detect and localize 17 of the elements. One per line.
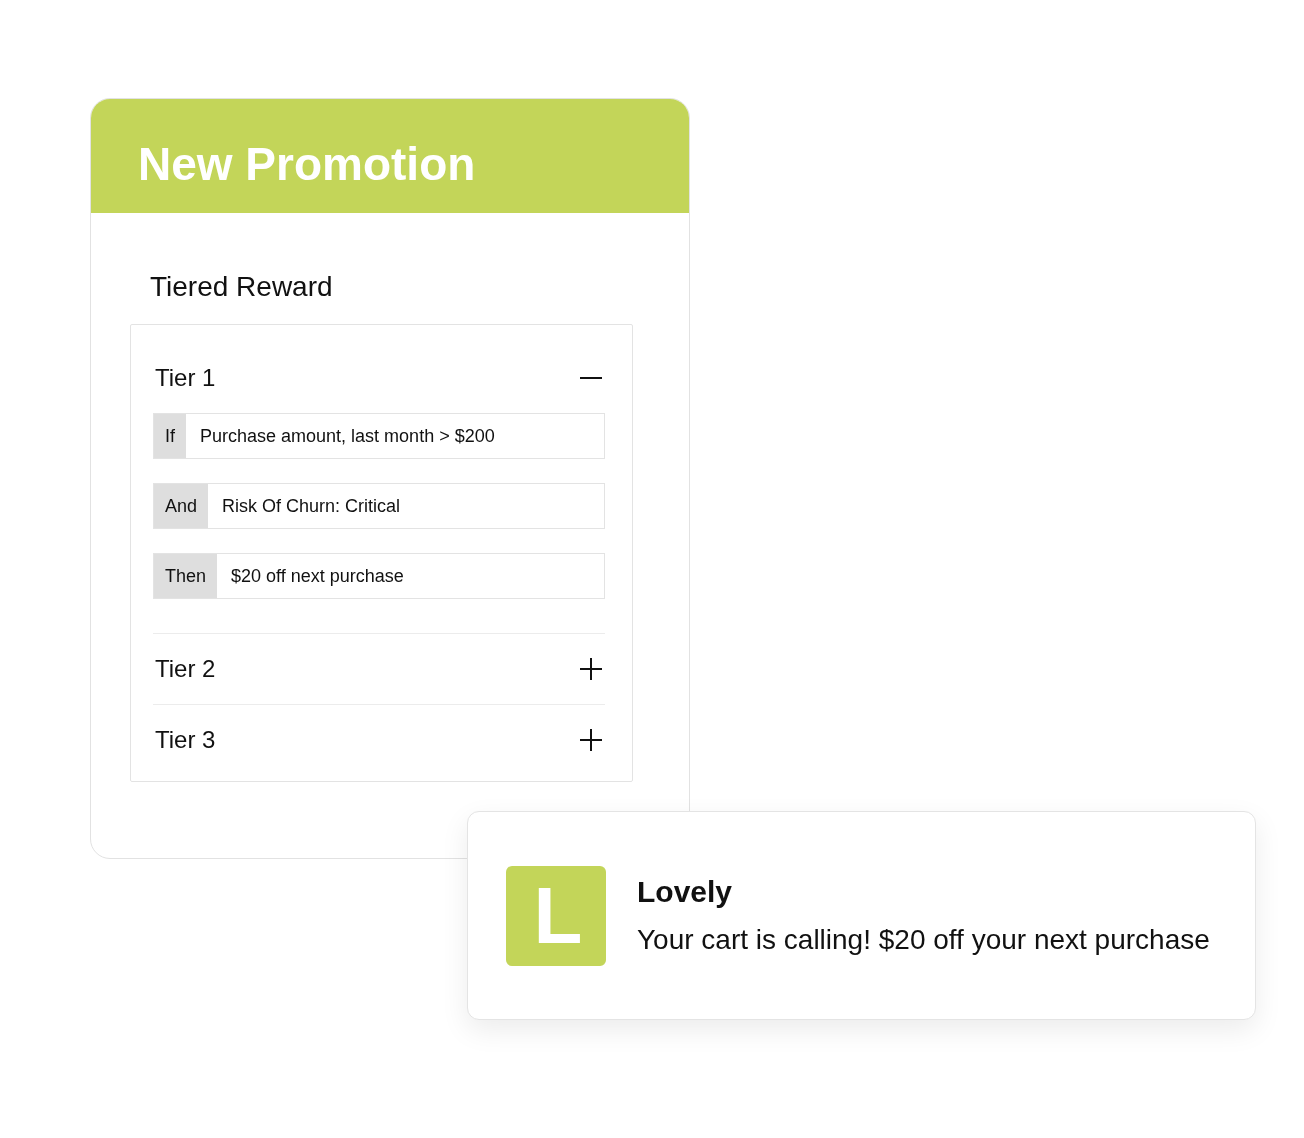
condition-value: $20 off next purchase — [231, 565, 404, 587]
condition-value: Purchase amount, last month > $200 — [200, 425, 495, 447]
app-logo: L — [506, 865, 606, 966]
notification-title: Lovely — [637, 874, 734, 910]
operator-label: If — [154, 414, 186, 458]
section-title: Tiered Reward — [150, 270, 334, 304]
tier-header[interactable]: Tier 1 — [153, 348, 605, 408]
operator-label: And — [154, 484, 209, 528]
condition-field[interactable]: And Risk Of Churn: Critical — [153, 483, 605, 529]
tier-header[interactable]: Tier 2 — [153, 634, 605, 704]
operator-label: Then — [154, 554, 218, 598]
condition-value: Risk Of Churn: Critical — [222, 495, 401, 517]
tier-header[interactable]: Tier 3 — [153, 705, 605, 775]
condition-field[interactable]: If Purchase amount, last month > $200 — [153, 413, 605, 459]
condition-field[interactable]: Then $20 off next purchase — [153, 553, 605, 599]
notification-message: Your cart is calling! $20 off your next purchase — [637, 923, 1210, 957]
promotion-title: New Promotion — [138, 137, 476, 191]
